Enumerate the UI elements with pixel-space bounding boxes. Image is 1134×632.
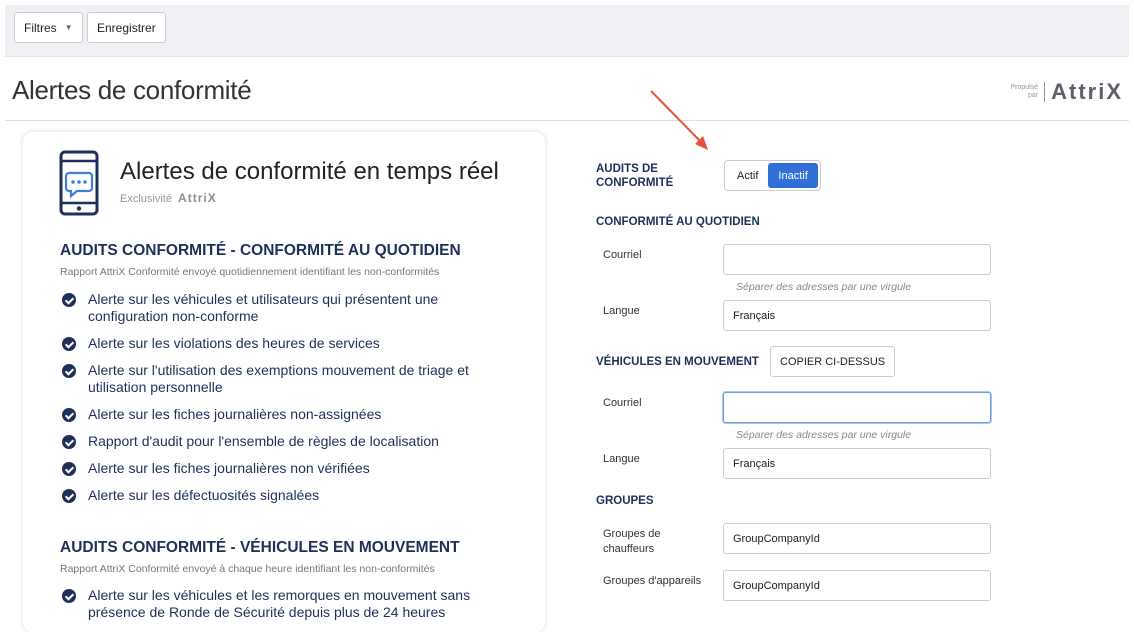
card-title: Alertes de conformité en temps réel xyxy=(120,158,499,185)
list-item: Alerte sur les véhicules et utilisateurs… xyxy=(60,291,500,325)
attrix-mini-logo: AttriX xyxy=(178,191,217,205)
moving-feature-list: Alerte sur les véhicules et les remorque… xyxy=(60,587,500,631)
brand: Propulsé par AttriX xyxy=(1010,79,1123,105)
list-item: Alerte sur les fiches journalières non-a… xyxy=(60,406,500,423)
toggle-inactive-option[interactable]: Inactif xyxy=(768,163,818,188)
toggle-active-option[interactable]: Actif xyxy=(727,163,768,188)
audits-toggle[interactable]: Actif Inactif xyxy=(724,160,821,191)
page-title: Alertes de conformité xyxy=(12,75,252,105)
moving-email-hint: Séparer des adresses par une virgule xyxy=(736,429,912,441)
groups-section-heading: GROUPES xyxy=(596,495,654,507)
list-item: Rapport d'audit pour l'ensemble de règle… xyxy=(60,433,500,450)
drivers-groups-label: Groupes de chauffeurs xyxy=(603,528,661,555)
check-circle-icon xyxy=(62,462,76,476)
daily-email-label: Courriel xyxy=(603,249,642,261)
page-header: Alertes de conformité Propulsé par Attri… xyxy=(5,57,1129,121)
feature-card: Alertes de conformité en temps réel Excl… xyxy=(23,132,545,632)
section-description-daily: Rapport AttriX Conformité envoyé quotidi… xyxy=(60,266,440,278)
drivers-groups-field[interactable]: GroupCompanyId xyxy=(723,523,991,554)
moving-section-heading: VÉHICULES EN MOUVEMENT xyxy=(596,356,759,368)
check-circle-icon xyxy=(62,293,76,307)
copy-above-button[interactable]: COPIER CI-DESSUS xyxy=(770,346,896,377)
devices-groups-label: Groupes d'appareils xyxy=(603,575,702,587)
check-circle-icon xyxy=(62,408,76,422)
daily-language-label: Langue xyxy=(603,305,640,317)
save-button[interactable]: Enregistrer xyxy=(87,12,166,43)
check-circle-icon xyxy=(62,435,76,449)
daily-feature-list: Alerte sur les véhicules et utilisateurs… xyxy=(60,291,500,514)
list-item: Alerte sur les violations des heures de … xyxy=(60,335,500,352)
section-description-moving: Rapport AttriX Conformité envoyé à chaqu… xyxy=(60,563,435,575)
moving-email-label: Courriel xyxy=(603,397,642,409)
list-item: Alerte sur les véhicules et les remorque… xyxy=(60,587,500,621)
attrix-logo: AttriX xyxy=(1051,79,1123,104)
list-item: Alerte sur les fiches journalières non v… xyxy=(60,460,500,477)
daily-language-select[interactable]: Français xyxy=(723,300,991,331)
daily-section-heading: CONFORMITÉ AU QUOTIDIEN xyxy=(596,216,760,228)
devices-groups-field[interactable]: GroupCompanyId xyxy=(723,570,991,601)
section-heading-moving: AUDITS CONFORMITÉ - VÉHICULES EN MOUVEME… xyxy=(60,539,460,556)
powered-by-label: Propulsé par xyxy=(1010,84,1039,99)
moving-language-select[interactable]: Français xyxy=(723,448,991,479)
filters-label: Filtres xyxy=(24,20,57,35)
section-heading-daily: AUDITS CONFORMITÉ - CONFORMITÉ AU QUOTID… xyxy=(60,242,461,259)
check-circle-icon xyxy=(62,337,76,351)
phone-chat-icon xyxy=(59,150,99,216)
chevron-down-icon: ▼ xyxy=(64,23,73,32)
save-label: Enregistrer xyxy=(97,20,156,35)
audits-toggle-label: AUDITS DE CONFORMITÉ xyxy=(596,163,674,189)
red-arrow-annotation xyxy=(650,90,708,150)
list-item: Alerte sur les défectuosités signalées xyxy=(60,487,500,504)
daily-email-hint: Séparer des adresses par une virgule xyxy=(736,281,912,293)
check-circle-icon xyxy=(62,364,76,378)
moving-email-field[interactable] xyxy=(723,392,991,423)
daily-email-field[interactable] xyxy=(723,244,991,275)
check-circle-icon xyxy=(62,489,76,503)
check-circle-icon xyxy=(62,589,76,603)
brand-divider xyxy=(1044,82,1046,102)
list-item: Alerte sur l'utilisation des exemptions … xyxy=(60,362,500,396)
top-toolbar: Filtres ▼ Enregistrer xyxy=(5,5,1129,57)
filters-dropdown[interactable]: Filtres ▼ xyxy=(14,12,83,43)
card-subtitle: Exclusivité AttriX xyxy=(120,191,217,205)
moving-language-label: Langue xyxy=(603,453,640,465)
